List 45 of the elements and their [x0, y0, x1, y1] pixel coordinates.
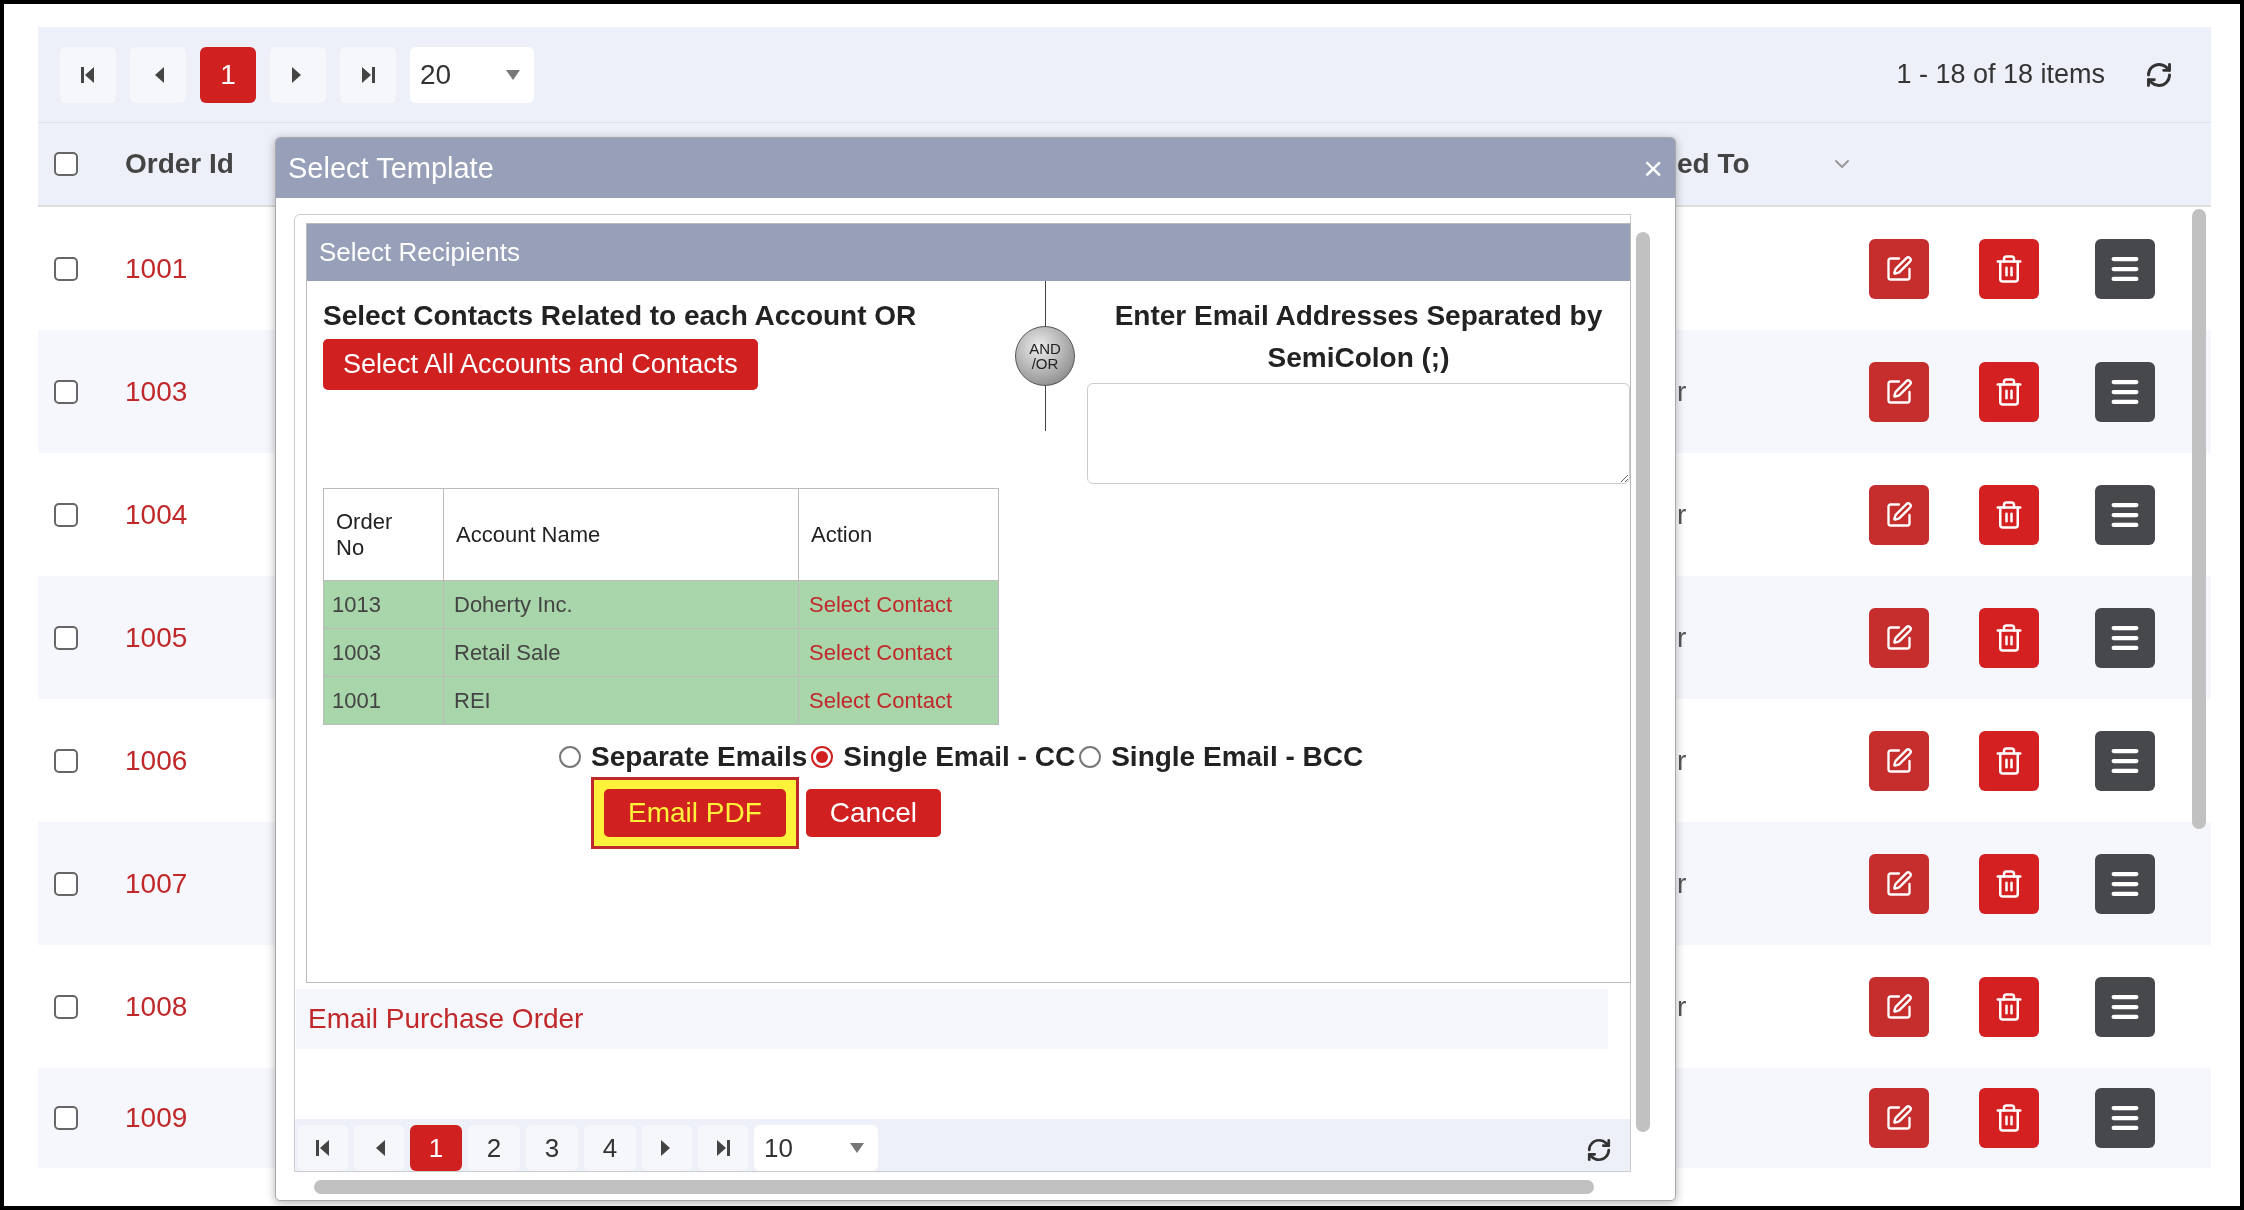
table-cell: Retail Sale	[454, 639, 561, 665]
page-size-select[interactable]: 20	[410, 46, 534, 103]
order-id-link[interactable]: 1004	[125, 498, 188, 530]
order-id-link[interactable]: 1009	[125, 1102, 188, 1133]
page-size-select[interactable]: 10	[754, 1125, 878, 1171]
column-header: Action	[811, 521, 873, 548]
table-cell: 1003	[332, 639, 381, 665]
column-header: ed To	[1677, 148, 1750, 180]
order-id-link[interactable]: 1003	[125, 375, 188, 407]
order-id-link[interactable]: 1006	[125, 744, 188, 776]
page-button[interactable]: 3	[526, 1125, 578, 1171]
cancel-button[interactable]: Cancel	[805, 789, 941, 837]
order-id-link[interactable]: 1001	[125, 252, 188, 284]
table-cell: 1001	[332, 687, 381, 713]
table-cell: Doherty Inc.	[454, 591, 573, 617]
radio-label: Separate Emails	[591, 741, 808, 773]
table-cell: r	[1677, 621, 1687, 653]
dialog-title: Select Template	[288, 151, 494, 185]
radio-label: Single Email - BCC	[1111, 741, 1364, 773]
email-pdf-button[interactable]: Email PDF	[604, 789, 786, 837]
page-button[interactable]: 4	[584, 1125, 636, 1171]
select-all-button[interactable]: Select All Accounts and Contacts	[323, 339, 758, 390]
template-link[interactable]: Email Purchase Order	[308, 1003, 584, 1035]
table-cell: REI	[454, 687, 491, 713]
table-cell: r	[1677, 375, 1687, 407]
order-id-link[interactable]: 1007	[125, 867, 188, 899]
section-heading: Select Contacts Related to each Account OR	[323, 299, 917, 333]
order-id-link[interactable]: 1005	[125, 621, 188, 653]
page-button[interactable]: 1	[200, 46, 256, 103]
page-button[interactable]: 2	[468, 1125, 520, 1171]
items-summary: 1 - 18 of 18 items	[1896, 59, 2105, 90]
table-cell: r	[1677, 498, 1687, 530]
table-cell: r	[1677, 744, 1687, 776]
page-button[interactable]: 1	[410, 1125, 462, 1171]
radio-label: Single Email - CC	[843, 741, 1076, 773]
table-cell: 1013	[332, 591, 381, 617]
table-cell: r	[1677, 990, 1687, 1022]
and-or-badge: AND /OR	[1015, 326, 1075, 386]
table-cell: r	[1677, 867, 1687, 899]
section-heading: Enter Email Addresses Separated by SemiColon (;)	[1113, 299, 1604, 375]
column-header: Order Id	[125, 148, 234, 179]
order-id-link[interactable]: 1008	[125, 990, 188, 1022]
column-header: Account Name	[456, 521, 601, 548]
column-header: Order No	[336, 508, 394, 561]
panel-title: Select Recipients	[319, 237, 520, 268]
